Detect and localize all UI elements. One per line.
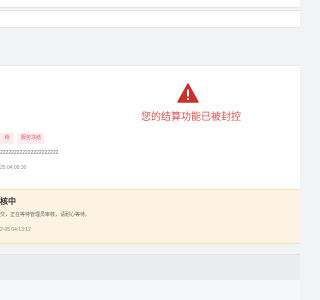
status-tag: 待: [0, 133, 14, 144]
warning-triangle-icon: [177, 83, 199, 103]
notice-description: 交，正在等待管理员审核，请耐心等待。: [0, 212, 91, 218]
order-datetime: 25 04:09:30: [0, 165, 27, 171]
blocked-title: 您的结算功能已被封控: [141, 112, 241, 123]
service-frozen-tag: 服务冻结: [18, 133, 44, 144]
order-code: 222222222222222222222: [0, 150, 59, 156]
bottom-footer: [0, 280, 300, 300]
notice-datetime: 2-05 04:13:12: [0, 227, 31, 233]
notice-title: 核中: [0, 197, 16, 206]
top-search-bar[interactable]: [0, 10, 300, 28]
top-header-strip: [0, 0, 300, 8]
bottom-panel: [0, 254, 300, 280]
